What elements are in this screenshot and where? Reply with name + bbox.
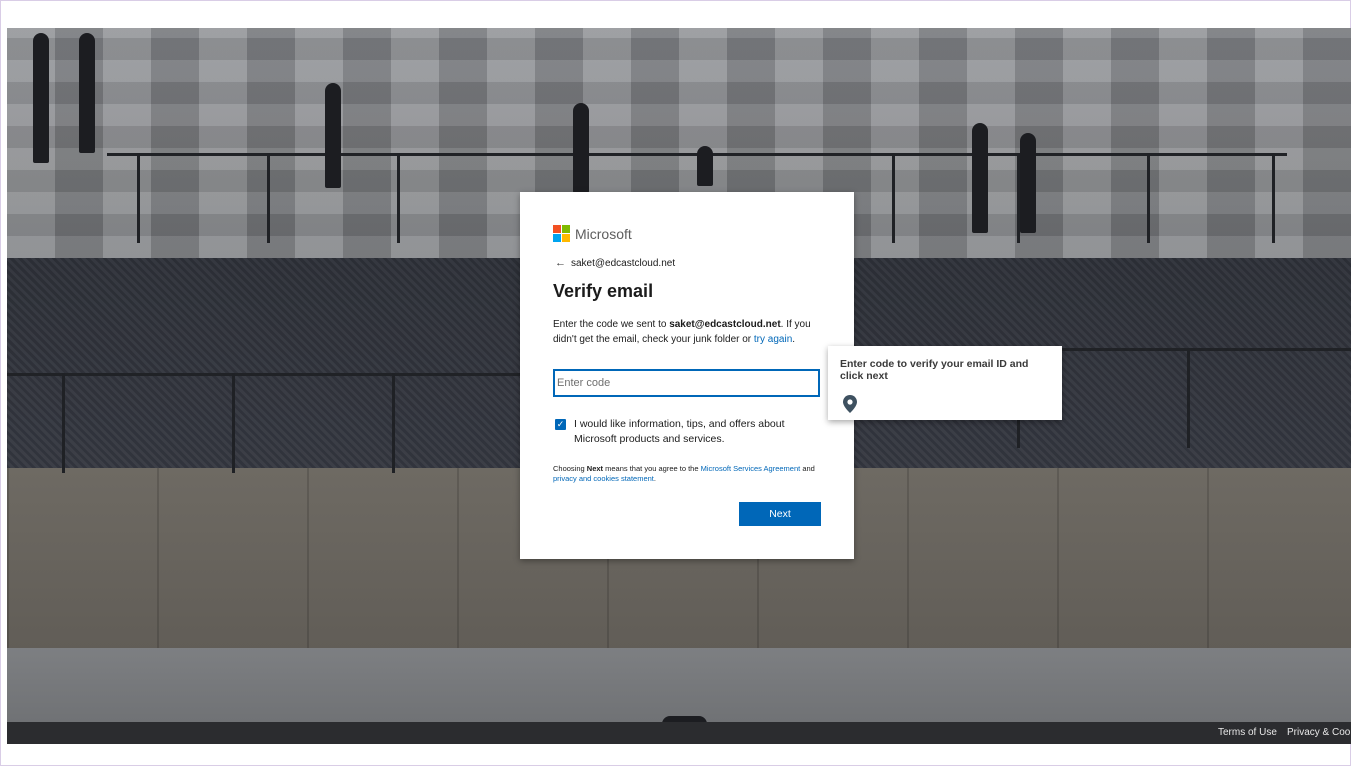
privacy-cookies-link[interactable]: Privacy & Cookies xyxy=(1287,727,1351,738)
services-agreement-link[interactable]: Microsoft Services Agreement xyxy=(701,464,801,473)
logo-square-blue xyxy=(553,234,561,242)
person-silhouette xyxy=(325,83,341,188)
legal-mid: means that you agree to the xyxy=(603,464,701,473)
brand-name: Microsoft xyxy=(575,225,632,242)
railing-post xyxy=(1272,153,1275,243)
logo-square-red xyxy=(553,225,561,233)
marketing-checkbox[interactable]: ✓ xyxy=(555,419,566,430)
back-arrow-icon[interactable]: ← xyxy=(555,257,566,269)
footer-bar: Terms of Use Privacy & Cookies xyxy=(7,722,1351,744)
lower-railing-left xyxy=(7,373,527,376)
location-pin-icon xyxy=(843,395,857,413)
railing-post xyxy=(1187,348,1190,448)
desc-email: saket@edcastcloud.net xyxy=(669,319,781,330)
railing-post xyxy=(397,153,400,243)
back-identity-row[interactable]: ← saket@edcastcloud.net xyxy=(555,257,675,269)
legal-and: and xyxy=(800,464,815,473)
railing-post xyxy=(232,373,235,473)
identity-email: saket@edcastcloud.net xyxy=(571,257,676,269)
sign-in-card: Microsoft ← saket@edcastcloud.net Verify… xyxy=(520,192,854,559)
railing-post xyxy=(392,373,395,473)
person-silhouette xyxy=(697,146,713,186)
legal-end: . xyxy=(653,474,656,483)
person-silhouette xyxy=(33,33,49,163)
legal-text: Choosing Next means that you agree to th… xyxy=(553,464,823,484)
person-silhouette xyxy=(573,103,589,193)
logo-square-green xyxy=(562,225,570,233)
microsoft-logo: Microsoft xyxy=(553,225,632,242)
legal-prefix: Choosing xyxy=(553,464,587,473)
page-title: Verify email xyxy=(553,281,654,301)
instructions-text: Enter the code we sent to saket@edcastcl… xyxy=(553,317,833,347)
guide-tooltip: Enter code to verify your email ID and c… xyxy=(828,346,1062,420)
railing-post xyxy=(137,153,140,243)
try-again-link[interactable]: try again xyxy=(754,334,792,345)
railing-post xyxy=(892,153,895,243)
person-silhouette xyxy=(972,123,988,233)
privacy-statement-link[interactable]: privacy and cookies statement xyxy=(553,474,654,483)
microsoft-logo-icon xyxy=(553,225,570,242)
railing-post xyxy=(1147,153,1150,243)
next-button[interactable]: Next xyxy=(739,502,821,526)
marketing-checkbox-label: I would like information, tips, and offe… xyxy=(574,418,785,445)
logo-square-yellow xyxy=(562,234,570,242)
terms-of-use-link[interactable]: Terms of Use xyxy=(1218,727,1277,738)
railing-post xyxy=(267,153,270,243)
desc-end: . xyxy=(792,334,796,345)
person-silhouette xyxy=(79,33,95,153)
desc-prefix: Enter the code we sent to xyxy=(553,319,670,330)
marketing-opt-in[interactable]: ✓ I would like information, tips, and of… xyxy=(555,417,819,447)
railing-post xyxy=(62,373,65,473)
person-silhouette xyxy=(1020,133,1036,233)
code-input[interactable] xyxy=(553,369,820,397)
tooltip-text: Enter code to verify your email ID and c… xyxy=(840,358,1029,382)
checkmark-icon: ✓ xyxy=(556,419,565,429)
legal-bold: Next xyxy=(586,464,604,473)
